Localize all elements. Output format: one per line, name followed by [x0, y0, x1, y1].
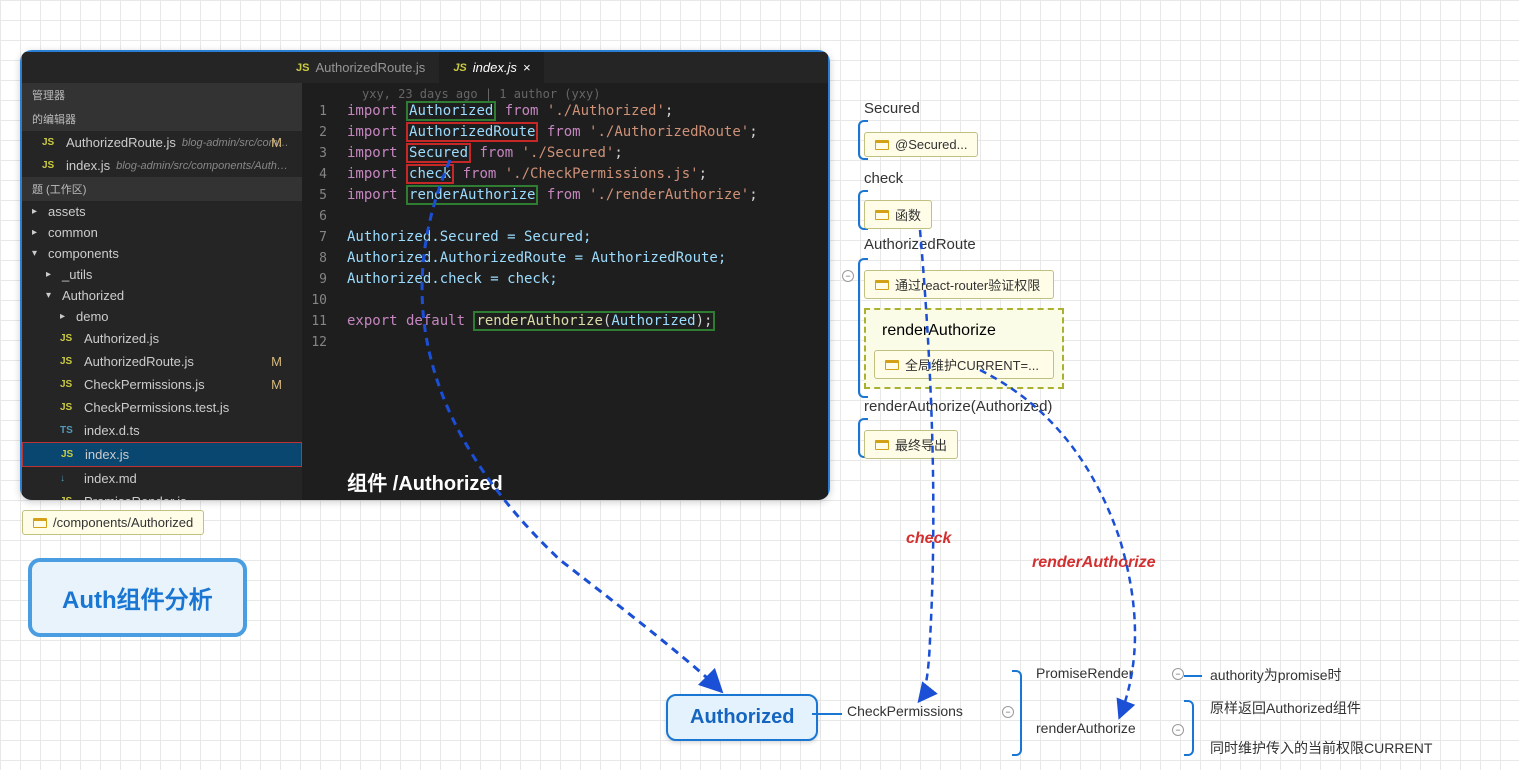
collapse-icon[interactable]: − — [842, 270, 854, 282]
open-file-1[interactable]: JSAuthorizedRoute.js blog-admin/src/comp… — [22, 131, 302, 154]
node-components-path[interactable]: /components/Authorized — [22, 510, 204, 535]
folder-common[interactable]: common — [22, 222, 302, 243]
code-area: yxy, 23 days ago | 1 author (yxy) 1impor… — [302, 83, 828, 500]
arrow-label-check: check — [906, 530, 951, 548]
file-index-js[interactable]: JSindex.js — [22, 442, 302, 467]
editor-tabs: JSAuthorizedRoute.js JSindex.js× — [22, 52, 828, 83]
file-authorized[interactable]: JSAuthorized.js — [22, 327, 302, 350]
file-index-dts[interactable]: TSindex.d.ts — [22, 419, 302, 442]
editor-card: JSAuthorizedRoute.js JSindex.js× 管理器 的编辑… — [20, 50, 830, 500]
label-renderauthorize: renderAuthorize — [874, 318, 1054, 344]
title-pill: Auth组件分析 — [28, 558, 247, 637]
node-check-sub[interactable]: 函数 — [864, 200, 932, 229]
node-final-export[interactable]: 最终导出 — [864, 430, 958, 459]
folder-assets[interactable]: assets — [22, 201, 302, 222]
tab-index[interactable]: JSindex.js× — [439, 52, 544, 83]
label-checkpermissions: CheckPermissions — [847, 703, 963, 719]
tab-authorizedroute[interactable]: JSAuthorizedRoute.js — [282, 52, 439, 83]
file-explorer: 管理器 的编辑器 JSAuthorizedRoute.js blog-admin… — [22, 83, 302, 500]
file-authorizedroute[interactable]: JSAuthorizedRoute.jsM — [22, 350, 302, 373]
section-manager: 管理器 — [22, 83, 302, 107]
label-check: check — [864, 170, 903, 187]
label-renderauth-call: renderAuthorize(Authorized) — [864, 398, 1052, 415]
close-icon[interactable]: × — [523, 60, 531, 75]
folder-utils[interactable]: _utils — [22, 264, 302, 285]
folder-authorized[interactable]: Authorized — [22, 285, 302, 306]
drawer-icon — [885, 360, 899, 370]
label-renderauthorize2: renderAuthorize — [1036, 720, 1136, 736]
node-secured-sub[interactable]: @Secured... — [864, 132, 978, 157]
drawer-icon — [875, 440, 889, 450]
git-blame: yxy, 23 days ago | 1 author (yxy) — [302, 87, 828, 101]
arrow-label-renderauth: renderAuthorize — [1032, 554, 1156, 572]
node-authroute-sub[interactable]: 通过react-router验证权限 — [864, 270, 1054, 299]
connector — [1184, 675, 1202, 677]
editor-caption: 组件 /Authorized — [20, 467, 830, 496]
drawer-icon — [33, 518, 47, 528]
bracket — [1012, 670, 1022, 756]
label-secured: Secured — [864, 100, 920, 117]
note-return-authorized: 原样返回Authorized组件 — [1210, 698, 1361, 718]
node-renderauth-sub[interactable]: 全局维护CURRENT=... — [874, 350, 1054, 379]
collapse-icon[interactable]: − — [1172, 724, 1184, 736]
node-authorized[interactable]: Authorized — [666, 694, 818, 741]
label-authorizedroute: AuthorizedRoute — [864, 236, 976, 253]
file-checkpermissions-test[interactable]: JSCheckPermissions.test.js — [22, 396, 302, 419]
note-promise: authority为promise时 — [1210, 665, 1342, 685]
section-editors: 的编辑器 — [22, 107, 302, 131]
label-promiserender: PromiseRender — [1036, 665, 1133, 681]
file-checkpermissions[interactable]: JSCheckPermissions.jsM — [22, 373, 302, 396]
drawer-icon — [875, 140, 889, 150]
section-workspace: 题 (工作区) — [22, 177, 302, 201]
drawer-icon — [875, 210, 889, 220]
dashed-group-renderauth: renderAuthorize 全局维护CURRENT=... — [864, 308, 1064, 389]
folder-components[interactable]: components — [22, 243, 302, 264]
bracket — [1184, 700, 1194, 756]
folder-demo[interactable]: demo — [22, 306, 302, 327]
drawer-icon — [875, 280, 889, 290]
connector — [812, 713, 842, 715]
collapse-icon[interactable]: − — [1172, 668, 1184, 680]
note-maintain-current: 同时维护传入的当前权限CURRENT — [1210, 738, 1432, 758]
open-file-2[interactable]: JSindex.js blog-admin/src/components/Aut… — [22, 154, 302, 177]
